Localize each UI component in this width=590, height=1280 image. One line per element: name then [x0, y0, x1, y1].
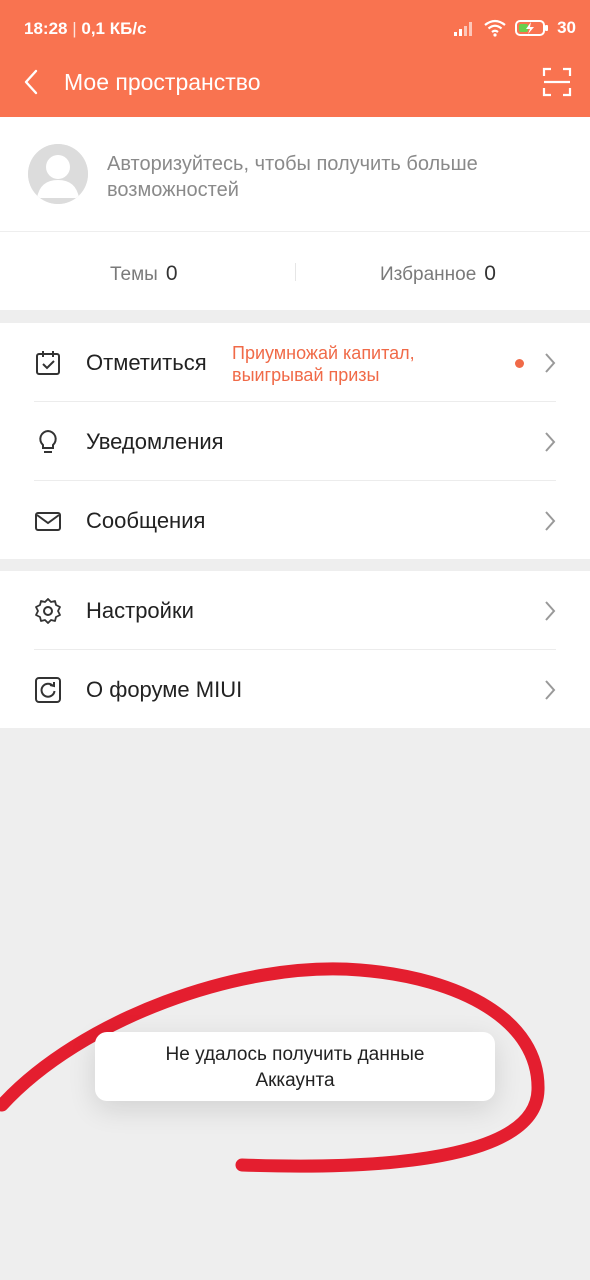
- menu-item-settings[interactable]: Настройки: [0, 571, 590, 650]
- user-placeholder-icon: [28, 144, 88, 204]
- status-left: 18:28 | 0,1 КБ/с: [24, 19, 147, 39]
- promo-line: выигрывай призы: [232, 365, 380, 385]
- refresh-square-icon: [35, 677, 61, 703]
- menu-item-messages[interactable]: Сообщения: [0, 481, 590, 560]
- menu-item-about[interactable]: О форуме MIUI: [0, 650, 590, 729]
- signal-icon: [454, 22, 473, 36]
- menu-item-notifications[interactable]: Уведомления: [0, 402, 590, 481]
- envelope-icon: [35, 512, 61, 531]
- wifi-icon: [484, 19, 506, 37]
- battery-charging-icon: [515, 20, 549, 36]
- profile-card[interactable]: Авторизуйтесь, чтобы получить больше воз…: [0, 117, 590, 231]
- status-bar: 18:28 | 0,1 КБ/с 30: [0, 0, 590, 56]
- menu-item-label: Отметиться: [86, 350, 207, 375]
- stat-favorites-label: Избранное: [380, 264, 477, 285]
- back-button[interactable]: [16, 67, 46, 97]
- avatar[interactable]: [28, 144, 88, 204]
- login-prompt[interactable]: Авторизуйтесь, чтобы получить больше воз…: [107, 151, 557, 203]
- toast-line: Аккаунта: [255, 1070, 335, 1091]
- gear-icon: [35, 598, 61, 624]
- menu-item-label: Сообщения: [86, 508, 206, 533]
- menu-item-label: Настройки: [86, 598, 194, 623]
- chevron-right-icon: [545, 432, 556, 452]
- stat-themes-label: Темы: [110, 264, 158, 285]
- menu-group-secondary: Настройки О форуме MIUI: [0, 571, 590, 728]
- app-bar: Мое пространство: [0, 56, 590, 117]
- stats-divider: [295, 263, 296, 281]
- status-time: 18:28: [24, 19, 68, 38]
- status-separator: |: [72, 19, 77, 38]
- chevron-right-icon: [545, 601, 556, 621]
- calendar-check-icon: [36, 351, 60, 375]
- checkin-promo: Приумножай капитал, выигрывай призы: [232, 342, 415, 386]
- lightbulb-icon: [39, 429, 57, 453]
- menu-item-checkin[interactable]: Отметиться Приумножай капитал, выигрывай…: [0, 323, 590, 402]
- chevron-right-icon: [545, 511, 556, 531]
- status-speed: 0,1 КБ/с: [81, 19, 147, 38]
- chevron-left-icon: [24, 69, 38, 95]
- notification-dot: [515, 359, 524, 368]
- menu-group-main: Отметиться Приумножай капитал, выигрывай…: [0, 323, 590, 559]
- stat-themes[interactable]: Темы 0: [110, 262, 178, 286]
- scan-button[interactable]: [542, 67, 572, 97]
- promo-line: Приумножай капитал,: [232, 343, 415, 363]
- stat-favorites[interactable]: Избранное 0: [380, 262, 496, 286]
- chevron-right-icon: [545, 353, 556, 373]
- scan-icon: [542, 67, 572, 97]
- menu-item-label: О форуме MIUI: [86, 677, 243, 702]
- chevron-right-icon: [545, 680, 556, 700]
- stats-bar: Темы 0 Избранное 0: [0, 232, 590, 310]
- toast-line: Не удалось получить данные: [165, 1044, 425, 1065]
- stat-themes-count: 0: [165, 262, 178, 285]
- page-title: Мое пространство: [64, 69, 261, 95]
- stat-favorites-count: 0: [484, 262, 496, 285]
- error-toast: Не удалось получить данные Аккаунта: [95, 1032, 495, 1101]
- battery-percent: 30: [557, 18, 576, 37]
- status-right: 30: [453, 16, 576, 40]
- menu-item-label: Уведомления: [86, 429, 224, 454]
